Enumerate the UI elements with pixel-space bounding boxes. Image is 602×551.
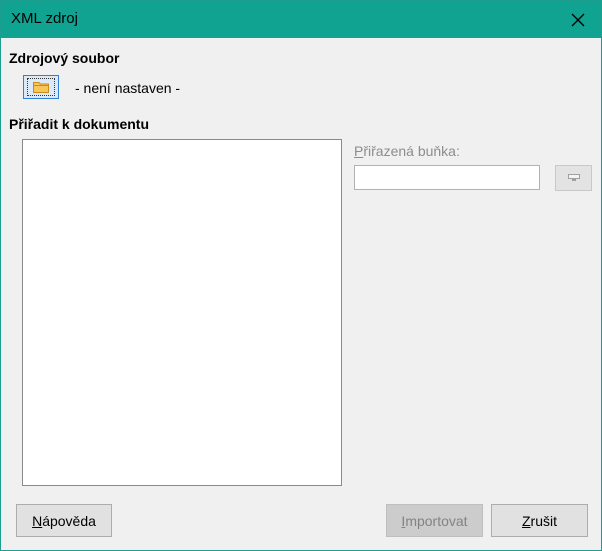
dialog-title: XML zdroj (11, 10, 78, 27)
source-file-heading: Zdrojový soubor (9, 50, 120, 66)
import-button[interactable]: Importovat (386, 504, 483, 537)
cancel-label: rušit (530, 512, 557, 529)
help-button[interactable]: Nápověda (16, 504, 112, 537)
title-bar[interactable]: XML zdroj (1, 1, 601, 38)
close-button[interactable] (555, 1, 601, 38)
browse-focus-rect (27, 78, 55, 96)
map-to-document-heading: Přiřadit k dokumentu (9, 116, 150, 132)
help-mnemonic: N (32, 512, 43, 529)
mapped-cell-label-text: řiřazená buňka: (363, 143, 460, 159)
cancel-button[interactable]: Zrušit (491, 504, 588, 537)
help-label: ápověda (42, 512, 96, 529)
source-file-status: - není nastaven - (75, 80, 181, 96)
xml-source-dialog: XML zdroj Zdrojový soubor - není nastave… (0, 0, 602, 551)
mapped-cell-label: Přiřazená buňka: (354, 143, 460, 159)
folder-icon (33, 82, 49, 93)
close-icon (571, 13, 585, 26)
cancel-mnemonic: Z (521, 512, 531, 529)
mapped-cell-field[interactable] (354, 165, 540, 190)
shrink-button[interactable] (555, 165, 592, 191)
import-label: mportovat (405, 512, 468, 529)
shrink-icon (567, 174, 580, 181)
mapped-cell-label-mnemonic: P (354, 143, 364, 159)
xml-structure-tree[interactable] (22, 139, 342, 486)
browse-source-button[interactable] (23, 75, 59, 99)
